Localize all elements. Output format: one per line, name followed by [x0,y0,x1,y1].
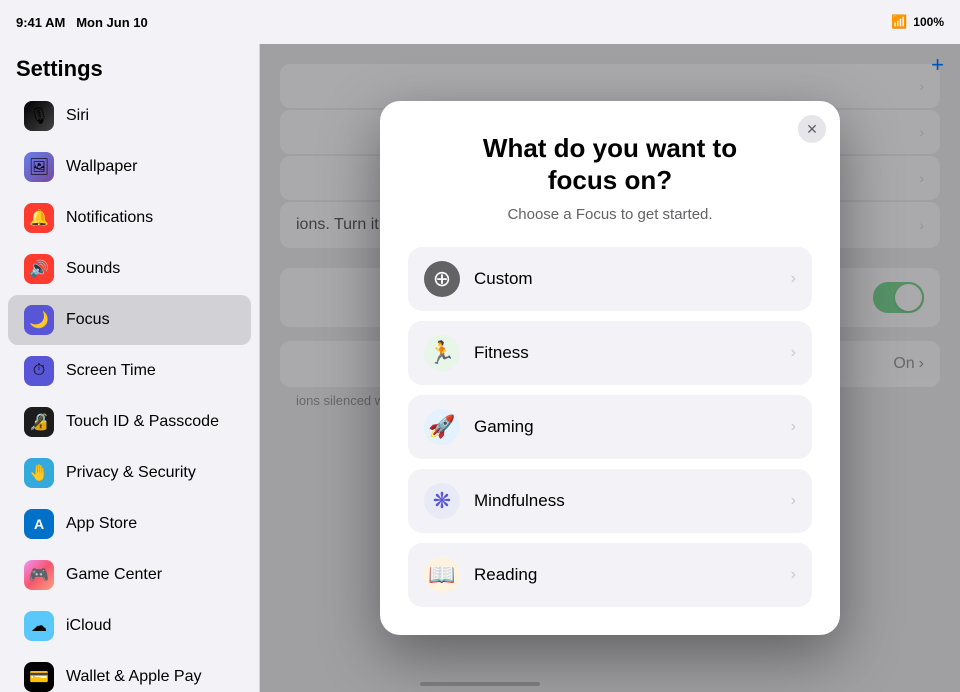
reading-chevron-icon: › [791,566,796,584]
mindfulness-label: Mindfulness [474,491,777,511]
sidebar-item-sounds[interactable]: 🔊 Sounds [8,244,251,294]
gaming-label: Gaming [474,417,777,437]
sidebar-item-touchid[interactable]: 🔏 Touch ID & Passcode [8,397,251,447]
sidebar-list: 🎙 Siri 🖼 Wallpaper 🔔 Notifications 🔊 Sou… [0,91,259,692]
content-area: + › › › ions. Turn i [260,44,960,692]
touchid-icon: 🔏 [24,407,54,437]
sidebar-item-icloud[interactable]: ☁ iCloud [8,601,251,651]
sidebar-item-siri[interactable]: 🎙 Siri [8,91,251,141]
appstore-icon: A [24,509,54,539]
home-indicator [420,682,540,686]
gamecenter-icon: 🎮 [24,560,54,590]
sidebar-item-privacy[interactable]: 🤚 Privacy & Security [8,448,251,498]
focus-item-fitness[interactable]: 🏃 Fitness › [408,321,812,385]
focus-item-reading[interactable]: 📖 Reading › [408,543,812,607]
sounds-icon: 🔊 [24,254,54,284]
mindfulness-icon: ❋ [424,483,460,519]
screentime-icon: ⏱ [24,356,54,386]
gamecenter-label: Game Center [66,566,162,584]
status-bar: 9:41 AM Mon Jun 10 📶 100% [0,0,960,44]
fitness-label: Fitness [474,343,777,363]
gaming-chevron-icon: › [791,418,796,436]
sidebar-item-wallpaper[interactable]: 🖼 Wallpaper [8,142,251,192]
sidebar-item-appstore[interactable]: A App Store [8,499,251,549]
sidebar-item-focus[interactable]: 🌙 Focus [8,295,251,345]
icloud-icon: ☁ [24,611,54,641]
fitness-icon: 🏃 [424,335,460,371]
icloud-label: iCloud [66,617,111,635]
sidebar-item-screentime[interactable]: ⏱ Screen Time [8,346,251,396]
focus-item-mindfulness[interactable]: ❋ Mindfulness › [408,469,812,533]
wallpaper-label: Wallpaper [66,158,137,176]
sidebar-item-wallet[interactable]: 💳 Wallet & Apple Pay [8,652,251,692]
sidebar-item-notifications[interactable]: 🔔 Notifications [8,193,251,243]
focus-label: Focus [66,311,110,329]
privacy-label: Privacy & Security [66,464,196,482]
sidebar-title: Settings [0,44,259,90]
custom-icon: ⊕ [424,261,460,297]
reading-icon: 📖 [424,557,460,593]
sidebar-item-gamecenter[interactable]: 🎮 Game Center [8,550,251,600]
screentime-label: Screen Time [66,362,156,380]
focus-modal: ✕ What do you want tofocus on? Choose a … [380,101,840,634]
notifications-label: Notifications [66,209,153,227]
focus-options-list: ⊕ Custom › 🏃 Fitness › 🚀 Gaming › [408,247,812,607]
ipad-frame: 9:41 AM Mon Jun 10 📶 100% Settings 🎙 Sir… [0,0,960,692]
mindfulness-chevron-icon: › [791,492,796,510]
status-time: 9:41 AM Mon Jun 10 [16,15,148,30]
wallet-label: Wallet & Apple Pay [66,668,201,686]
wallpaper-icon: 🖼 [24,152,54,182]
gaming-icon: 🚀 [424,409,460,445]
focus-icon: 🌙 [24,305,54,335]
modal-overlay: ✕ What do you want tofocus on? Choose a … [260,44,960,692]
battery-indicator: 100% [913,15,944,29]
modal-close-button[interactable]: ✕ [798,115,826,143]
status-right: 📶 100% [891,14,944,30]
siri-label: Siri [66,107,89,125]
wifi-icon: 📶 [891,14,907,30]
sidebar: Settings 🎙 Siri 🖼 Wallpaper 🔔 Notificati… [0,44,260,692]
custom-label: Custom [474,269,777,289]
reading-label: Reading [474,565,777,585]
modal-title: What do you want tofocus on? [408,133,812,195]
main-layout: Settings 🎙 Siri 🖼 Wallpaper 🔔 Notificati… [0,44,960,692]
touchid-label: Touch ID & Passcode [66,413,219,431]
focus-item-gaming[interactable]: 🚀 Gaming › [408,395,812,459]
privacy-icon: 🤚 [24,458,54,488]
sounds-label: Sounds [66,260,120,278]
siri-icon: 🎙 [24,101,54,131]
appstore-label: App Store [66,515,137,533]
notifications-icon: 🔔 [24,203,54,233]
fitness-chevron-icon: › [791,344,796,362]
modal-subtitle: Choose a Focus to get started. [408,206,812,223]
focus-item-custom[interactable]: ⊕ Custom › [408,247,812,311]
wallet-icon: 💳 [24,662,54,692]
custom-chevron-icon: › [791,270,796,288]
